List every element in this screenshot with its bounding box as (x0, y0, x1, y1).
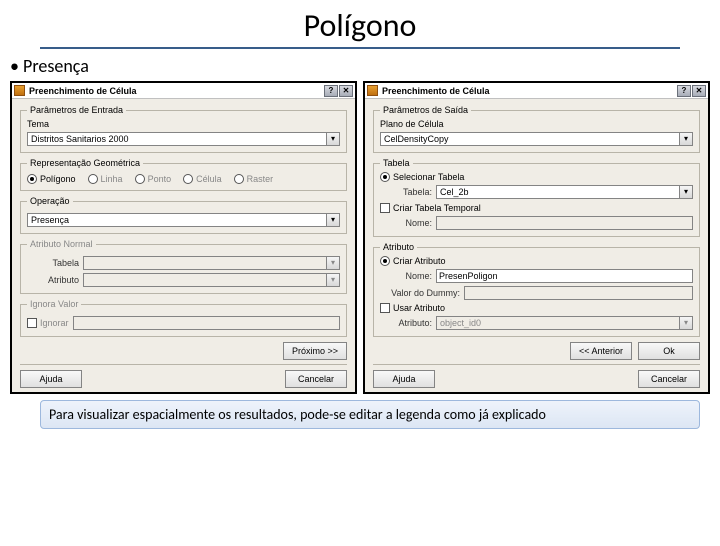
atributo-label: Atributo (27, 275, 79, 285)
ok-button[interactable]: Ok (638, 342, 700, 360)
chevron-down-icon: ▾ (327, 273, 340, 287)
ignorar-checkbox: Ignorar (27, 318, 69, 328)
tabela-value: Cel_2b (436, 185, 680, 199)
tabela-select: ▾ (83, 256, 340, 270)
legend-params: Parâmetros de Entrada (27, 105, 126, 115)
operacao-select[interactable]: Presença ▾ (27, 213, 340, 227)
legend-operacao: Operação (27, 196, 73, 206)
group-params-entrada: Parâmetros de Entrada Tema Distritos San… (20, 105, 347, 153)
right-titlebar: Preenchimento de Célula ? ✕ (365, 83, 708, 99)
cancelar-button-right[interactable]: Cancelar (638, 370, 700, 388)
nome-label: Nome: (380, 218, 432, 228)
nome-attr-field[interactable] (436, 269, 693, 283)
group-operacao: Operação Presença ▾ (20, 196, 347, 234)
panels-container: Preenchimento de Célula ? ✕ Parâmetros d… (10, 81, 710, 394)
radio-linha: Linha (88, 174, 123, 184)
bullet-presenca: • Presença (10, 55, 710, 77)
chevron-down-icon[interactable]: ▾ (327, 213, 340, 227)
chevron-down-icon: ▾ (680, 316, 693, 330)
usar-atributo-select: object_id0 ▾ (436, 316, 693, 330)
tabela-select-right[interactable]: Cel_2b ▾ (436, 185, 693, 199)
criar-tabela-temporal-checkbox[interactable]: Criar Tabela Temporal (380, 203, 693, 213)
cancelar-button[interactable]: Cancelar (285, 370, 347, 388)
help-icon[interactable]: ? (324, 85, 338, 97)
nome-attr-label: Nome: (380, 271, 432, 281)
legend-saida: Parâmetros de Saída (380, 105, 471, 115)
footer-note: Para visualizar espacialmente os resulta… (40, 400, 700, 429)
legend-ignora: Ignora Valor (27, 299, 81, 309)
help-icon[interactable]: ? (677, 85, 691, 97)
radio-celula: Célula (183, 174, 222, 184)
chevron-down-icon[interactable]: ▾ (327, 132, 340, 146)
tabela-label: Tabela (27, 258, 79, 268)
operacao-value: Presença (27, 213, 327, 227)
atributo-select: ▾ (83, 273, 340, 287)
group-atributo-out: Atributo Criar Atributo Nome: Valor do D… (373, 242, 700, 337)
group-params-saida: Parâmetros de Saída Plano de Célula CelD… (373, 105, 700, 153)
atributo-field-label: Atributo: (380, 318, 432, 328)
nome-tabela-field (436, 216, 693, 230)
left-window-title: Preenchimento de Célula (29, 86, 137, 96)
proximo-button[interactable]: Próximo >> (283, 342, 347, 360)
tabela-row-label: Tabela: (380, 187, 432, 197)
legend-tabela: Tabela (380, 158, 413, 168)
legend-repr: Representação Geométrica (27, 158, 143, 168)
radio-selecionar-tabela[interactable]: Selecionar Tabela (380, 172, 693, 182)
usar-atributo-value: object_id0 (436, 316, 680, 330)
group-atributo-normal: Atributo Normal Tabela ▾ Atributo ▾ (20, 239, 347, 294)
slide-title: Polígono (40, 6, 680, 49)
dummy-field (464, 286, 693, 300)
anterior-button[interactable]: << Anterior (570, 342, 632, 360)
chevron-down-icon: ▾ (327, 256, 340, 270)
theme-label: Tema (27, 119, 340, 129)
app-icon (367, 85, 378, 96)
dummy-label: Valor do Dummy: (380, 288, 460, 298)
right-dialog: Preenchimento de Célula ? ✕ Parâmetros d… (363, 81, 710, 394)
plano-label: Plano de Célula (380, 119, 693, 129)
right-window-title: Preenchimento de Célula (382, 86, 490, 96)
group-representacao: Representação Geométrica Polígono Linha … (20, 158, 347, 191)
usar-atributo-checkbox[interactable]: Usar Atributo (380, 303, 693, 313)
theme-select[interactable]: Distritos Sanitarios 2000 ▾ (27, 132, 340, 146)
radio-poligono[interactable]: Polígono (27, 174, 76, 184)
chevron-down-icon[interactable]: ▾ (680, 132, 693, 146)
legend-atributo-out: Atributo (380, 242, 417, 252)
close-icon[interactable]: ✕ (339, 85, 353, 97)
theme-value: Distritos Sanitarios 2000 (27, 132, 327, 146)
chevron-down-icon[interactable]: ▾ (680, 185, 693, 199)
plano-value: CelDensityCopy (380, 132, 680, 146)
ajuda-button-right[interactable]: Ajuda (373, 370, 435, 388)
radio-raster: Raster (234, 174, 274, 184)
group-tabela: Tabela Selecionar Tabela Tabela: Cel_2b … (373, 158, 700, 237)
legend-attr-normal: Atributo Normal (27, 239, 96, 249)
ignorar-field (73, 316, 340, 330)
app-icon (14, 85, 25, 96)
close-icon[interactable]: ✕ (692, 85, 706, 97)
radio-criar-atributo[interactable]: Criar Atributo (380, 256, 693, 266)
ajuda-button[interactable]: Ajuda (20, 370, 82, 388)
plano-select[interactable]: CelDensityCopy ▾ (380, 132, 693, 146)
group-ignora-valor: Ignora Valor Ignorar (20, 299, 347, 337)
radio-ponto: Ponto (135, 174, 172, 184)
left-titlebar: Preenchimento de Célula ? ✕ (12, 83, 355, 99)
left-dialog: Preenchimento de Célula ? ✕ Parâmetros d… (10, 81, 357, 394)
